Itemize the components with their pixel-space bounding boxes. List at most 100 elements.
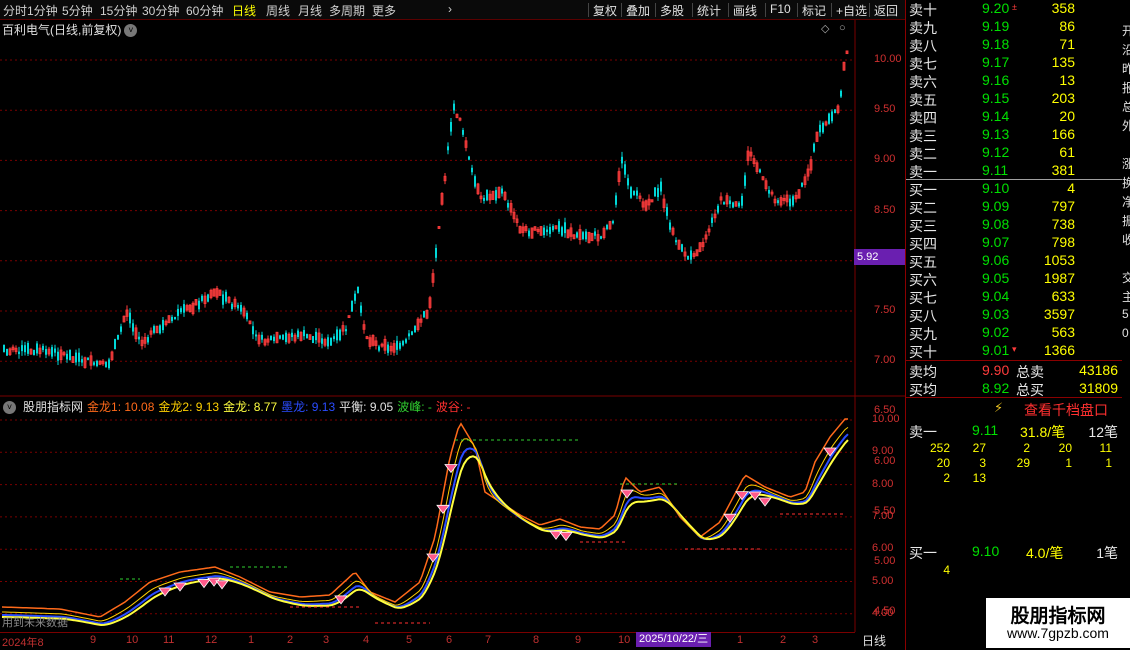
candle-body: [396, 340, 398, 350]
tool-button-2[interactable]: 多股: [660, 2, 684, 19]
period-tab-1[interactable]: 1分钟: [27, 2, 58, 19]
daily-tab[interactable]: 日线: [862, 632, 886, 649]
ask-level-price: 9.14: [982, 108, 1010, 124]
plus-minus-icon: ±: [1012, 2, 1017, 12]
candle-body: [627, 178, 629, 186]
more-arrow-icon[interactable]: ›: [448, 2, 452, 16]
bid-level-price: 9.03: [982, 306, 1010, 322]
period-tab-7[interactable]: 周线: [266, 2, 290, 19]
summary-divider-bottom: [906, 397, 1123, 398]
candle-body: [687, 255, 689, 260]
ask-level-row[interactable]: 卖三 9.13 166: [906, 126, 1123, 144]
candle-body: [813, 143, 815, 152]
indicator-tick-label: 7.00: [872, 509, 894, 522]
bid-level-row[interactable]: 买二 9.09 797: [906, 198, 1123, 216]
period-tab-5[interactable]: 60分钟: [186, 2, 223, 19]
ask-level-row[interactable]: 卖二 9.12 61: [906, 144, 1123, 162]
period-tab-4[interactable]: 30分钟: [142, 2, 179, 19]
candle-body: [777, 200, 779, 204]
candle-body: [408, 333, 410, 337]
gem-signal-icon: [215, 580, 229, 590]
candle-body: [183, 304, 185, 313]
ask-queue-cell: 3: [979, 456, 986, 470]
candle-body: [339, 329, 341, 341]
period-tab-2[interactable]: 5分钟: [62, 2, 93, 19]
tool-divider: [588, 3, 589, 17]
period-tab-0[interactable]: 分时: [3, 2, 27, 19]
candlestick-chart[interactable]: [0, 20, 905, 397]
ask-level-price: 9.18: [982, 36, 1010, 52]
queue-ask-size: 31.8/笔: [1020, 424, 1066, 440]
indicator-chart[interactable]: [0, 397, 905, 632]
candle-body: [462, 130, 464, 135]
tool-button-8[interactable]: 返回: [874, 2, 898, 19]
bid-level-price: 9.01: [982, 342, 1010, 358]
bid-level-row[interactable]: 买九 9.02 563: [906, 324, 1123, 342]
bid-level-label: 买三: [909, 218, 937, 234]
candle-body: [387, 344, 389, 353]
period-tab-6[interactable]: 日线: [232, 2, 256, 19]
period-toolbar: 分时 1分钟 5分钟 15分钟 30分钟 60分钟 日线 周线 月线 多周期 更多 › 复权 叠加 多股 统计…: [0, 0, 905, 20]
candle-body: [255, 334, 257, 337]
tool-button-7[interactable]: +自选: [836, 2, 867, 19]
candle-body: [507, 202, 509, 208]
ask-level-row[interactable]: 卖十 9.20 ±358: [906, 0, 1123, 18]
period-tab-9[interactable]: 多周期: [329, 2, 365, 19]
candle-body: [483, 197, 485, 201]
view-thousand-levels-button[interactable]: 查看千档盘口: [1024, 400, 1108, 420]
tool-button-5[interactable]: F10: [770, 2, 791, 16]
ask-level-row[interactable]: 卖九 9.19 86: [906, 18, 1123, 36]
ask-level-volume: 166: [1051, 126, 1075, 142]
ask-level-price: 9.15: [982, 90, 1010, 106]
bid-level-label: 买八: [909, 308, 937, 324]
time-tick-label: 9: [575, 634, 582, 646]
candle-body: [711, 217, 713, 223]
candle-body: [330, 337, 332, 346]
ask-level-label: 卖六: [909, 74, 937, 90]
tool-button-6[interactable]: 标记: [802, 2, 826, 19]
ask-level-label: 卖七: [909, 56, 937, 72]
candle-body: [621, 156, 623, 164]
bid-level-row[interactable]: 买十 9.01 ▾ 1366: [906, 342, 1123, 360]
tool-button-1[interactable]: 叠加: [626, 2, 650, 19]
bid-level-row[interactable]: 买三 9.08 738: [906, 216, 1123, 234]
bid-level-row[interactable]: 买四 9.07 798: [906, 234, 1123, 252]
tool-button-3[interactable]: 统计: [697, 2, 721, 19]
bid-level-row[interactable]: 买一 9.10 4: [906, 180, 1123, 198]
ask-queue-cell: 11: [1099, 441, 1112, 455]
candle-body: [423, 311, 425, 318]
ask-level-row[interactable]: 卖一 9.11 381: [906, 162, 1123, 180]
bid-level-row[interactable]: 买五 9.06 1053: [906, 252, 1123, 270]
bid-level-price: 9.06: [982, 252, 1010, 268]
candle-body: [501, 188, 503, 194]
tool-divider: [655, 3, 656, 17]
tool-button-0[interactable]: 复权: [593, 2, 617, 19]
candle-body: [177, 308, 179, 316]
candle-body: [768, 190, 770, 194]
ask-queue-cell: 2: [1023, 441, 1030, 455]
candle-body: [321, 338, 323, 344]
bid-level-label: 买六: [909, 272, 937, 288]
bid-level-row[interactable]: 买七 9.04 633: [906, 288, 1123, 306]
candle-body: [414, 325, 416, 333]
ask-level-row[interactable]: 卖四 9.14 20: [906, 108, 1123, 126]
tool-button-4[interactable]: 画线: [733, 2, 757, 19]
ask-level-row[interactable]: 卖五 9.15 203: [906, 90, 1123, 108]
period-tab-3[interactable]: 15分钟: [100, 2, 137, 19]
bid-level-row[interactable]: 买六 9.05 1987: [906, 270, 1123, 288]
candle-body: [723, 202, 725, 205]
candle-body: [207, 294, 209, 302]
candle-body: [315, 331, 317, 341]
bid-level-volume: 1366: [1043, 342, 1075, 358]
period-tab-8[interactable]: 月线: [298, 2, 322, 19]
period-tab-10[interactable]: 更多: [372, 2, 396, 19]
ask-level-row[interactable]: 卖六 9.16 13: [906, 72, 1123, 90]
candle-body: [282, 334, 284, 340]
candle-body: [411, 331, 413, 335]
ask-level-row[interactable]: 卖七 9.17 135: [906, 54, 1123, 72]
time-tick-label: 8: [533, 634, 540, 646]
candle-body: [636, 190, 638, 196]
time-tick-label: 12: [205, 634, 218, 646]
ask-level-row[interactable]: 卖八 9.18 71: [906, 36, 1123, 54]
bid-level-row[interactable]: 买八 9.03 3597: [906, 306, 1123, 324]
